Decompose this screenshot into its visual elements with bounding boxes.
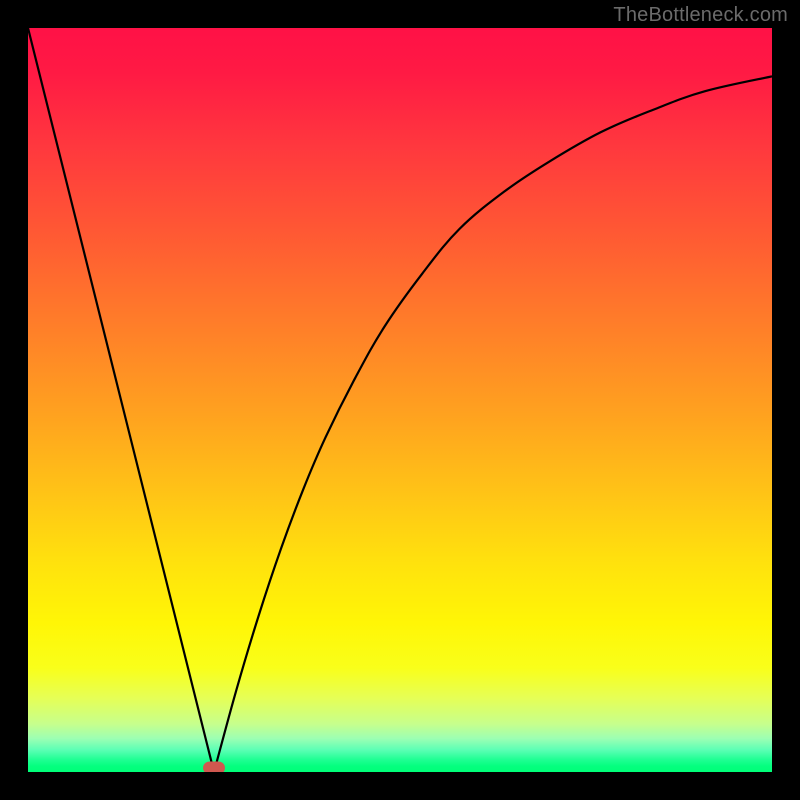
optimal-point-marker [203, 762, 225, 773]
bottleneck-curve [28, 28, 772, 772]
curve-layer [28, 28, 772, 772]
chart-frame: TheBottleneck.com [0, 0, 800, 800]
watermark-text: TheBottleneck.com [613, 4, 788, 27]
plot-area [28, 28, 772, 772]
